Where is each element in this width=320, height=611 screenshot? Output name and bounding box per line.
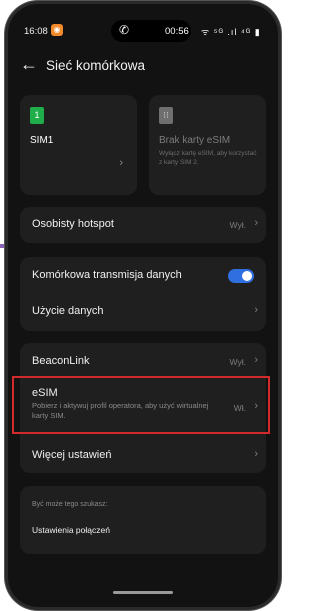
chevron-right-icon: ›: [119, 157, 123, 169]
call-settings-link[interactable]: Ustawienia połączeń: [32, 525, 110, 535]
hotspot-value: Wył.: [229, 220, 246, 230]
arrow-left-icon[interactable]: ←: [20, 54, 38, 75]
chevron-right-icon: ›: [254, 217, 258, 229]
esim-highlight-box: [12, 376, 270, 434]
suggestions-group: Być może tego szukasz: Ustawienia połącz…: [20, 486, 266, 554]
phone-frame: 16:08 ◉ ✆ 00:56 ᯤ ⁵ᴳ .ıl ⁴ᴳ ▮ ← Sieć kom…: [8, 4, 278, 607]
chevron-right-icon: ›: [254, 448, 258, 460]
toggle-knob: [242, 271, 252, 281]
hotspot-row[interactable]: Osobisty hotspot Wył. ›: [20, 207, 266, 243]
hotspot-group: Osobisty hotspot Wył. ›: [20, 207, 266, 243]
mobile-data-toggle[interactable]: [228, 269, 254, 283]
esim-card-icon: ⁝⁝: [159, 107, 173, 124]
status-time: 16:08: [24, 26, 48, 37]
sim1-card[interactable]: 1 SIM1 ›: [20, 95, 137, 195]
beaconlink-row[interactable]: BeaconLink Wył. ›: [20, 343, 266, 379]
mobile-data-group: Komórkowa transmisja danych Użycie danyc…: [20, 257, 266, 331]
esim-card[interactable]: ⁝⁝ Brak karty eSIM Wyłącz kartę eSIM, ab…: [149, 95, 266, 195]
page-title: Sieć komórkowa: [46, 58, 146, 73]
home-indicator[interactable]: [113, 591, 173, 594]
phone-call-icon: ✆: [119, 23, 130, 37]
notification-app-icon: ◉: [51, 24, 63, 36]
data-usage-label: Użycie danych: [32, 305, 104, 317]
mobile-data-label: Komórkowa transmisja danych: [32, 269, 182, 281]
esim-card-label: Brak karty eSIM: [159, 135, 231, 146]
beaconlink-value: Wył.: [229, 357, 246, 367]
chevron-right-icon: ›: [254, 304, 258, 316]
more-settings-label: Więcej ustawień: [32, 449, 112, 461]
ongoing-call-pill[interactable]: ✆ 00:56: [111, 20, 191, 42]
page-header: ← Sieć komórkowa: [8, 54, 278, 84]
sim-card-icon: 1: [30, 107, 44, 124]
chevron-right-icon: ›: [254, 354, 258, 366]
call-duration: 00:56: [165, 26, 189, 37]
esim-card-description: Wyłącz kartę eSIM, aby korzystać z karty…: [159, 150, 257, 166]
data-usage-row[interactable]: Użycie danych ›: [20, 294, 266, 331]
status-icons: ᯤ ⁵ᴳ .ıl ⁴ᴳ ▮: [201, 27, 261, 37]
sim1-label: SIM1: [30, 135, 54, 146]
beaconlink-label: BeaconLink: [32, 355, 90, 367]
mobile-data-row[interactable]: Komórkowa transmisja danych: [20, 257, 266, 294]
more-settings-row[interactable]: Więcej ustawień ›: [20, 439, 266, 473]
hotspot-label: Osobisty hotspot: [32, 218, 114, 230]
suggestions-title: Być może tego szukasz:: [32, 501, 108, 508]
status-bar: 16:08 ◉ ✆ 00:56 ᯤ ⁵ᴳ .ıl ⁴ᴳ ▮: [8, 16, 278, 46]
